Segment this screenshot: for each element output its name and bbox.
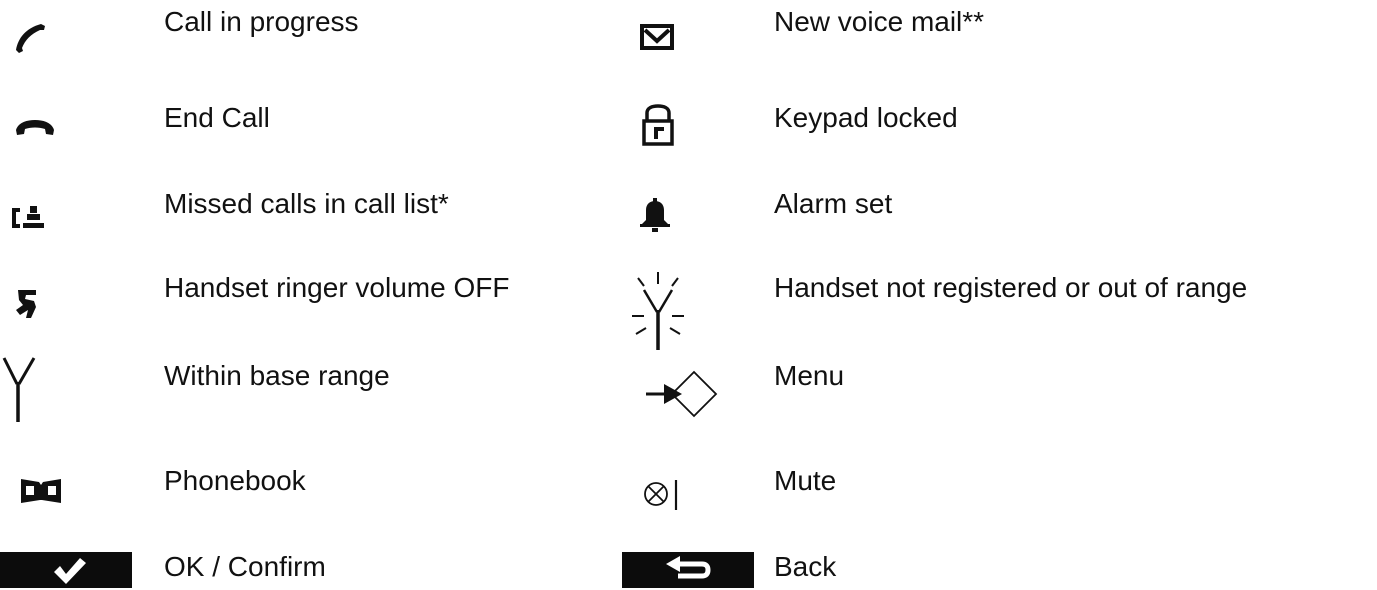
legend-row: Within base range <box>0 356 660 422</box>
legend-label: OK / Confirm <box>164 551 326 582</box>
legend-label: New voice mail** <box>774 6 985 37</box>
keypad-lock-icon <box>642 104 674 146</box>
legend-label: Handset ringer volume OFF <box>164 272 510 303</box>
menu-arrow-icon <box>646 370 718 418</box>
legend-label: Missed calls in call list* <box>164 188 449 219</box>
legend-row: Keypad locked <box>612 96 1377 156</box>
legend-row: Menu <box>612 356 1377 418</box>
mute-icon <box>644 480 678 510</box>
legend-label: Back <box>774 551 837 582</box>
legend-label: Keypad locked <box>774 102 958 133</box>
phonebook-icon <box>21 479 61 503</box>
legend-label: End Call <box>164 102 270 133</box>
checkmark-softkey-icon <box>0 552 132 588</box>
legend-row: Alarm set <box>612 184 1377 244</box>
legend-row: New voice mail** <box>612 0 1377 60</box>
legend-row: Handset not registered or out of range <box>612 268 1377 350</box>
legend-row: Missed calls in call list* <box>0 184 660 244</box>
legend-label: Phonebook <box>164 465 306 496</box>
legend-label: Within base range <box>164 360 390 391</box>
legend-row: Back <box>612 530 1377 590</box>
legend-row: End Call <box>0 96 660 156</box>
legend-row: Call in progress <box>0 0 660 60</box>
ringer-off-icon <box>16 290 36 318</box>
legend-label: Menu <box>774 360 845 391</box>
alarm-bell-icon <box>640 198 670 232</box>
voicemail-envelope-icon <box>640 24 674 50</box>
handset-in-call-icon <box>16 24 45 53</box>
legend-label: Mute <box>774 465 837 496</box>
legend-row: Phonebook <box>0 440 660 503</box>
legend-row: Mute <box>612 440 1377 510</box>
legend-label: Call in progress <box>164 6 359 37</box>
antenna-icon <box>2 357 36 422</box>
back-arrow-softkey-icon <box>622 552 754 588</box>
legend-label: Alarm set <box>774 188 893 219</box>
handset-hang-up-icon <box>16 120 54 135</box>
legend-row: Handset ringer volume OFF <box>0 268 660 328</box>
missed-call-list-icon <box>12 206 44 228</box>
antenna-flashing-icon <box>632 272 684 350</box>
legend-label: Handset not registered or out of range <box>774 272 1248 303</box>
legend-row: OK / Confirm <box>0 530 660 590</box>
